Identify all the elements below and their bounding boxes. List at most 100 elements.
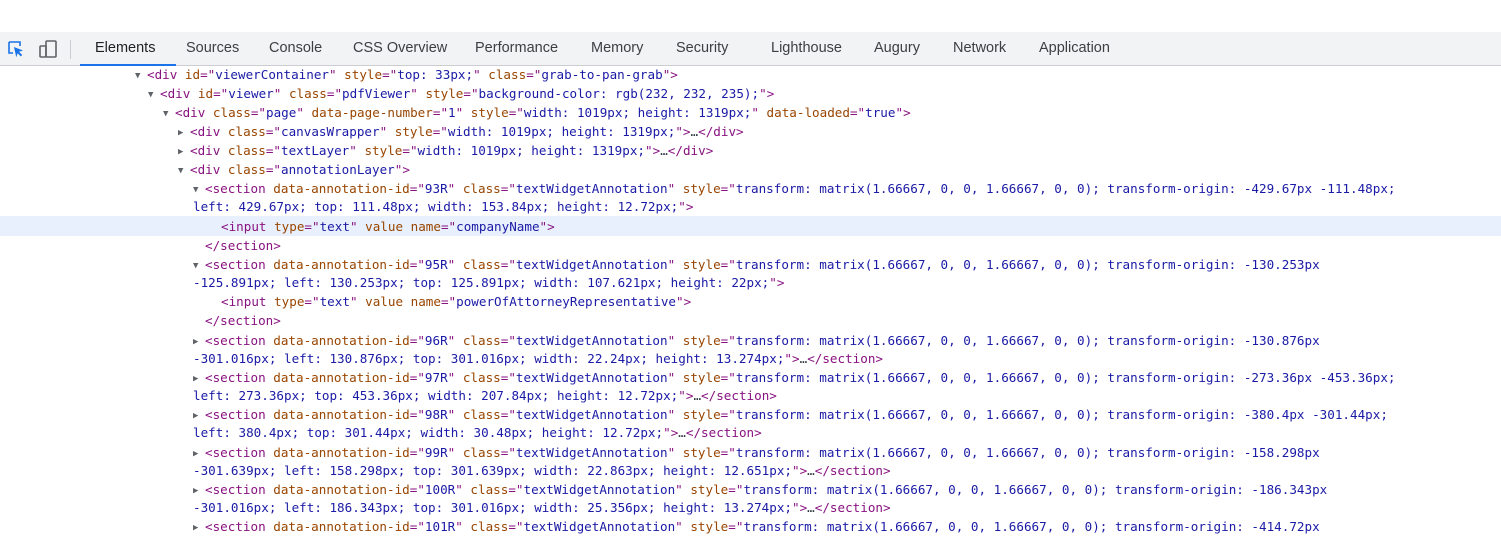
dom-token: style [675, 407, 721, 422]
tab-augury[interactable]: Augury [874, 32, 920, 65]
tab-sources[interactable]: Sources [186, 32, 239, 65]
tab-lighthouse[interactable]: Lighthouse [771, 32, 842, 65]
dom-token: data-annotation-id [265, 482, 410, 497]
dom-token: viewerContainer [215, 67, 329, 82]
dom-node-line[interactable]: ▼ <div id="viewer" class="pdfViewer" styl… [148, 85, 774, 104]
dom-token: data-page-number [303, 105, 433, 120]
dom-token: <div [160, 86, 191, 101]
dom-node-line[interactable]: </section> [205, 312, 281, 331]
dom-token: 101R [424, 519, 456, 534]
dom-token: class [455, 407, 501, 422]
tab-security[interactable]: Security [676, 32, 728, 65]
dom-node-line[interactable]: ▼ <section data-annotation-id="95R" class… [193, 256, 1320, 275]
dom-token: <section [205, 445, 266, 460]
dom-token: " [675, 124, 683, 139]
dom-token: " [769, 275, 777, 290]
dom-token: type [266, 219, 305, 234]
dom-node-line[interactable]: ▼ <div class="annotationLayer"> [178, 161, 410, 180]
dom-token: 96R [424, 333, 448, 348]
tab-console[interactable]: Console [269, 32, 322, 65]
tab-application[interactable]: Application [1039, 32, 1110, 65]
dom-token: 100R [424, 482, 456, 497]
dom-node-line[interactable]: <input type="text" value name="powerOfAt… [221, 293, 691, 312]
expand-triangle-closed-icon[interactable]: ▶ [193, 407, 205, 426]
dom-token: =" [402, 143, 418, 158]
dom-token: canvasWrapper [281, 124, 380, 139]
dom-token: … [690, 124, 699, 139]
dom-token: =" [508, 105, 524, 120]
expand-triangle-closed-icon[interactable]: ▶ [178, 143, 190, 162]
dom-node-line[interactable]: ▶ <div class="canvasWrapper" style="width… [178, 123, 744, 142]
dom-node-line[interactable]: ▶ <section data-annotation-id="100R" clas… [193, 481, 1327, 500]
dom-token: " [676, 294, 684, 309]
expand-triangle-closed-icon[interactable]: ▶ [193, 370, 205, 389]
dom-token: <div [190, 143, 221, 158]
tab-performance[interactable]: Performance [475, 32, 558, 65]
dom-node-line[interactable]: left: 273.36px; top: 453.36px; width: 20… [193, 387, 777, 406]
dom-token: " [349, 294, 358, 309]
dom-token: width: 1019px; height: 1319px; [523, 105, 752, 120]
expand-triangle-closed-icon[interactable]: ▶ [193, 519, 205, 537]
dom-token: data-annotation-id [265, 181, 410, 196]
dom-token: =" [508, 519, 524, 534]
dom-node-line[interactable]: -301.016px; left: 130.876px; top: 301.01… [193, 350, 883, 369]
dom-token: transform: matrix(1.66667, 0, 0, 1.66667… [735, 445, 1320, 460]
dom-token: data-annotation-id [265, 257, 410, 272]
dom-node-line[interactable]: <input type="text" value name="companyNa… [221, 218, 555, 237]
dom-node-line[interactable]: -301.016px; left: 186.343px; top: 301.01… [193, 499, 891, 518]
dom-token: textWidgetAnnotation [515, 181, 668, 196]
tab-network[interactable]: Network [953, 32, 1006, 65]
dom-node-line[interactable]: left: 429.67px; top: 111.48px; width: 15… [193, 198, 693, 217]
dom-token: =" [720, 407, 736, 422]
expand-triangle-open-icon[interactable]: ▼ [193, 181, 205, 200]
dom-node-line[interactable]: ▶ <section data-annotation-id="98R" class… [193, 406, 1388, 425]
expand-triangle-closed-icon[interactable]: ▶ [178, 124, 190, 143]
dom-node-line[interactable]: left: 380.4px; top: 301.44px; width: 30.… [193, 424, 762, 443]
dom-token: value [357, 294, 404, 309]
dom-node-line[interactable]: ▶ <div class="textLayer" style="width: 10… [178, 142, 713, 161]
dom-node-line[interactable]: -301.639px; left: 158.298px; top: 301.63… [193, 462, 891, 481]
dom-token: class [480, 67, 527, 82]
dom-token: =" [500, 445, 516, 460]
dom-token: left: 273.36px; top: 453.36px; width: 20… [193, 388, 679, 403]
dom-token: textWidgetAnnotation [523, 519, 676, 534]
dom-token: <section [205, 519, 266, 534]
dom-token: textWidgetAnnotation [515, 370, 668, 385]
dom-node-line[interactable]: ▶ <section data-annotation-id="101R" clas… [193, 518, 1320, 537]
dom-token: page [266, 105, 297, 120]
device-toolbar-icon[interactable] [38, 39, 58, 59]
dom-node-line[interactable]: ▼ <div class="page" data-page-number="1" … [163, 104, 911, 123]
expand-triangle-closed-icon[interactable]: ▶ [193, 445, 205, 464]
dom-token: =" [409, 333, 425, 348]
dom-token: =" [432, 124, 448, 139]
dom-token: 93R [424, 181, 448, 196]
dom-token: 97R [424, 370, 448, 385]
dom-token: textWidgetAnnotation [515, 257, 668, 272]
dom-token: =" [265, 162, 282, 177]
tab-css-overview[interactable]: CSS Overview [353, 32, 447, 65]
dom-node-line[interactable]: ▶ <section data-annotation-id="99R" class… [193, 444, 1320, 463]
expand-triangle-open-icon[interactable]: ▼ [178, 162, 190, 181]
dom-token: value [357, 219, 404, 234]
dom-token: </div> [667, 143, 714, 158]
expand-triangle-open-icon[interactable]: ▼ [135, 67, 147, 86]
expand-triangle-open-icon[interactable]: ▼ [163, 105, 175, 124]
dom-token: =" [382, 67, 398, 82]
dom-node-line[interactable]: -125.891px; left: 130.253px; top: 125.89… [193, 274, 784, 293]
dom-token: <div [175, 105, 206, 120]
tab-elements[interactable]: Elements [95, 32, 155, 65]
dom-node-line[interactable]: ▼ <div id="viewerContainer" style="top: 3… [135, 66, 678, 85]
expand-triangle-closed-icon[interactable]: ▶ [193, 482, 205, 501]
expand-triangle-open-icon[interactable]: ▼ [148, 86, 160, 105]
element-picker-icon[interactable] [6, 39, 26, 59]
tab-memory[interactable]: Memory [591, 32, 643, 65]
dom-token: =" [200, 67, 216, 82]
dom-node-line[interactable]: ▶ <section data-annotation-id="97R" class… [193, 369, 1396, 388]
expand-triangle-open-icon[interactable]: ▼ [193, 257, 205, 276]
dom-node-line[interactable]: ▶ <section data-annotation-id="96R" class… [193, 332, 1320, 351]
dom-token: > [402, 162, 410, 177]
dom-token: transform: matrix(1.66667, 0, 0, 1.66667… [743, 519, 1320, 534]
expand-triangle-closed-icon[interactable]: ▶ [193, 333, 205, 352]
dom-node-line[interactable]: </section> [205, 237, 281, 256]
dom-node-line[interactable]: ▼ <section data-annotation-id="93R" class… [193, 180, 1396, 199]
